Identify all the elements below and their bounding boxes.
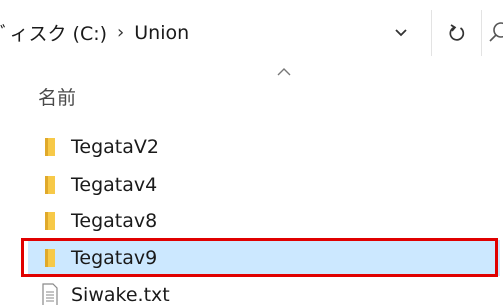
breadcrumb-drive[interactable]: ﾞィスク (C:) [0, 19, 107, 46]
list-item[interactable]: TegataV2 [28, 129, 500, 165]
list-item[interactable]: Tegatav4 [28, 167, 500, 203]
list-item[interactable]: Tegatav8 [28, 203, 500, 239]
list-item-name: Siwake.txt [71, 284, 170, 305]
search-icon [489, 22, 503, 42]
folder-icon [37, 134, 63, 160]
folder-icon [37, 245, 63, 271]
address-bar[interactable]: ﾞィスク (C:) › Union [0, 0, 503, 66]
search-button[interactable] [484, 18, 503, 48]
breadcrumb-separator[interactable]: › [117, 22, 124, 43]
refresh-button[interactable] [440, 18, 474, 48]
breadcrumb[interactable]: ﾞィスク (C:) › Union [0, 19, 189, 46]
address-history-button[interactable] [388, 20, 414, 46]
refresh-icon [449, 24, 465, 41]
toolbar-divider [481, 10, 482, 56]
folder-icon [37, 208, 63, 234]
text-file-icon [37, 282, 63, 305]
list-item-name: Tegatav8 [71, 210, 158, 232]
list-item-name: Tegatav4 [71, 174, 158, 196]
file-explorer-window: ﾞィスク (C:) › Union 名前 TegataV2 Tegatav4 T… [0, 0, 503, 305]
list-item-name: Tegatav9 [71, 247, 158, 269]
column-header-name[interactable]: 名前 [38, 83, 76, 110]
list-item-selected[interactable]: Tegatav9 [28, 240, 500, 276]
chevron-down-icon [395, 29, 407, 37]
folder-icon [37, 172, 63, 198]
breadcrumb-current-folder[interactable]: Union [134, 22, 189, 44]
toolbar-divider [431, 10, 432, 56]
list-item[interactable]: Siwake.txt [28, 277, 500, 305]
sort-ascending-icon [277, 68, 291, 76]
list-item-name: TegataV2 [71, 136, 159, 158]
